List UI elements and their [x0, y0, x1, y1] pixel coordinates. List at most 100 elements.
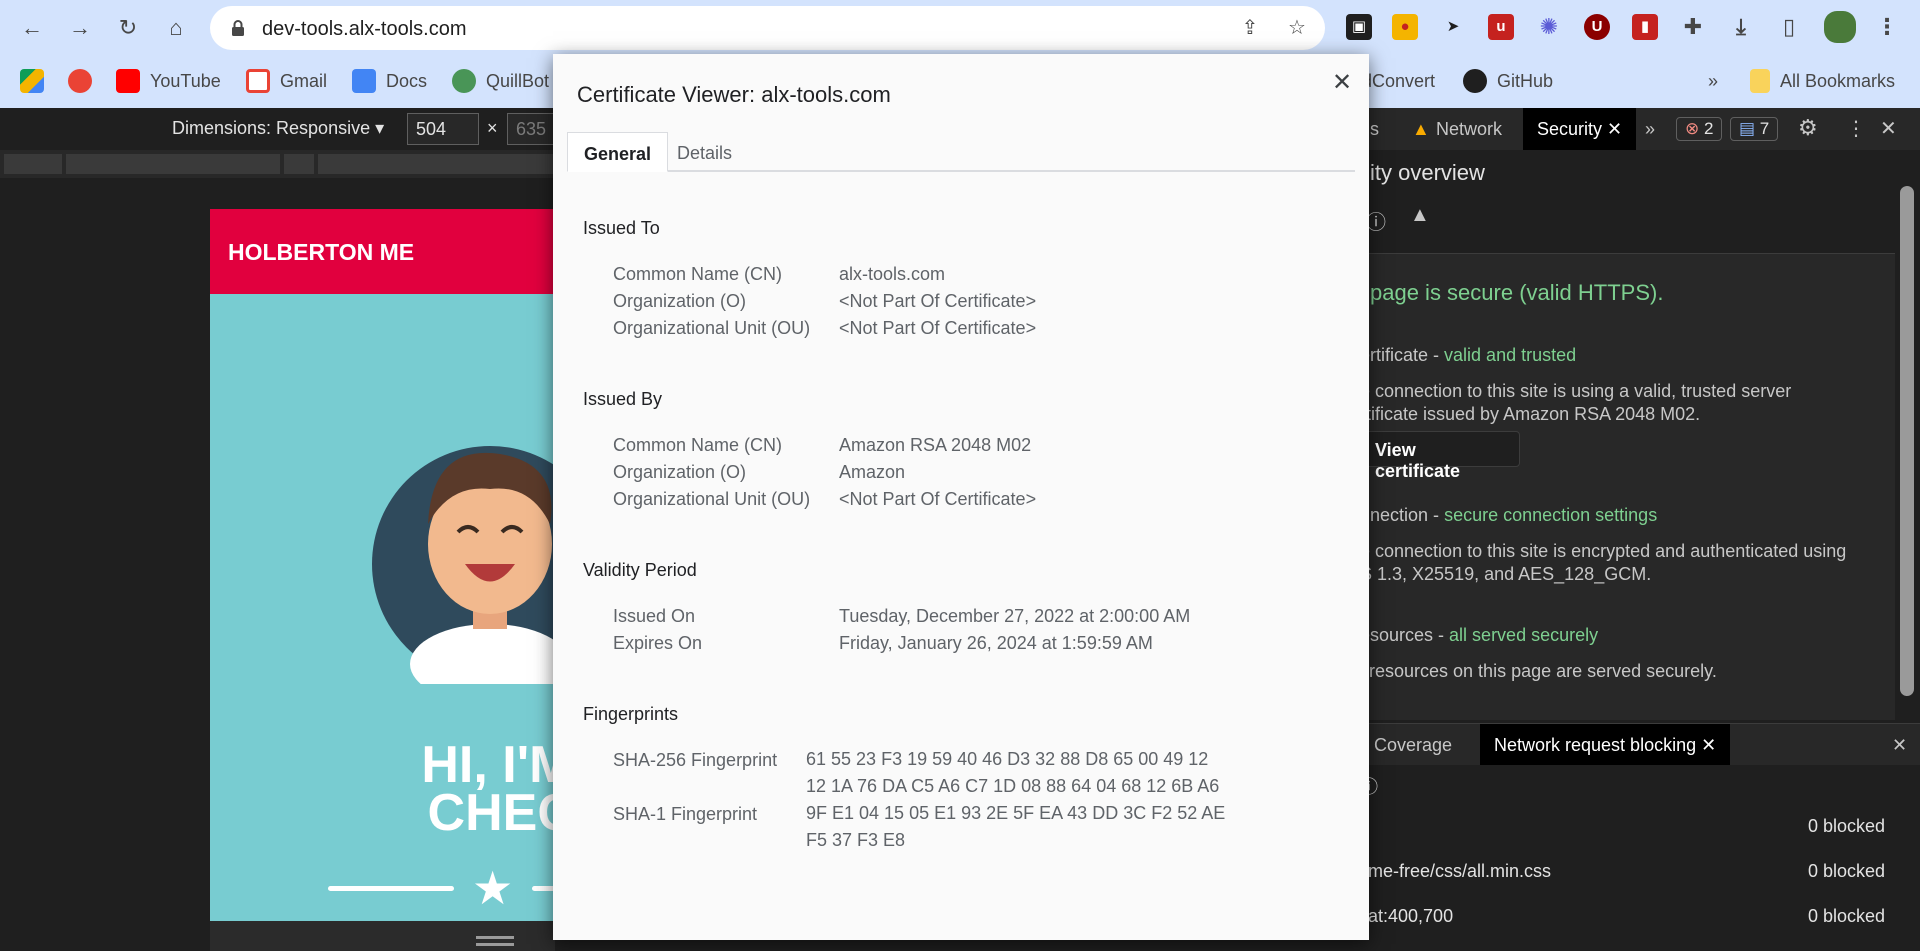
security-overview-title: ity overview [1370, 160, 1485, 185]
warning-filter-icon[interactable]: ▲ [1410, 204, 1430, 227]
download-icon[interactable]: ⤓ [1728, 14, 1754, 40]
field-value: Tuesday, December 27, 2022 at 2:00:00 AM [839, 606, 1191, 626]
list-item[interactable]: me-free/css/all.min.css 0 blocked [1360, 855, 1895, 889]
extension-color-icon[interactable]: ● [1392, 14, 1418, 40]
bookmark-youtube[interactable]: YouTube [116, 68, 221, 94]
certificate-desc: e connection to this site is using a val… [1360, 381, 1792, 401]
field-label: SHA-1 Fingerprint [613, 804, 758, 824]
more-tabs-icon[interactable]: » [1645, 119, 1655, 140]
side-panel-icon[interactable]: ▯ [1776, 14, 1802, 40]
field-value: Friday, January 26, 2024 at 1:59:59 AM [839, 633, 1153, 653]
drive-bookmark[interactable] [20, 68, 44, 94]
reader-extension-icon[interactable]: ▮ [1632, 14, 1658, 40]
issued-to-title: Issued To [583, 218, 660, 238]
ruler-segment[interactable] [284, 154, 314, 174]
messages-badge[interactable]: ▤ 7 [1730, 117, 1779, 141]
field-value: <Not Part Of Certificate> [839, 291, 1037, 311]
errors-badge[interactable]: ⊗ 2 [1676, 117, 1723, 141]
tab-details[interactable]: Details [661, 132, 748, 172]
site-brand[interactable]: HOLBERTON ME [228, 239, 414, 266]
picture-in-picture-icon[interactable]: ▣ [1346, 14, 1372, 40]
fingerprints-title: Fingerprints [583, 704, 679, 724]
avatar[interactable] [1824, 11, 1856, 43]
cursor-extension-icon[interactable]: ➤ [1440, 14, 1466, 40]
sha1-value: 9F E1 04 15 05 E1 93 2E 5F EA 43 DD 3C F… [806, 803, 1226, 850]
bookmark-quillbot[interactable]: QuillBot [452, 68, 549, 94]
back-icon[interactable]: ← [16, 12, 48, 44]
gmail-icon [246, 69, 270, 93]
tab-previous[interactable]: s [1370, 119, 1379, 140]
more-options-icon[interactable]: ⋮ [1846, 116, 1866, 141]
list-item[interactable]: 0 blocked [1360, 810, 1895, 844]
menu-icon[interactable]: ⋮ [1874, 14, 1900, 40]
ruler-segment[interactable] [4, 154, 62, 174]
width-input[interactable]: 504 [407, 113, 479, 145]
bookmark-github[interactable]: GitHub [1463, 68, 1553, 94]
puzzle-icon[interactable]: ✚ [1680, 14, 1706, 40]
close-devtools-icon[interactable]: ✕ [1880, 116, 1897, 141]
gear-extension-icon[interactable]: ✺ [1536, 14, 1562, 40]
warning-icon: ▲ [1412, 119, 1430, 139]
share-icon[interactable]: ⇪ [1238, 16, 1262, 40]
close-icon[interactable]: ✕ [1701, 735, 1716, 755]
field-label: Organizational Unit (OU) [613, 318, 811, 338]
field-label: Organization (O) [613, 462, 747, 482]
tab-coverage[interactable]: Coverage [1374, 735, 1452, 756]
message-icon: ▤ [1739, 119, 1756, 138]
folder-icon [1750, 69, 1770, 93]
u-extension-icon[interactable]: U [1584, 14, 1610, 40]
bookmark-gmail[interactable]: Gmail [246, 68, 327, 94]
issued-by-title: Issued By [583, 389, 663, 409]
url-text[interactable]: dev-tools.alx-tools.com [262, 18, 467, 41]
lock-icon[interactable] [228, 18, 248, 38]
hero-divider-left [328, 886, 454, 891]
tab-network-request-blocking[interactable]: Network request blocking ✕ [1480, 724, 1731, 766]
tab-security[interactable]: Security ✕ [1523, 108, 1637, 150]
dimensions-select[interactable]: Dimensions: Responsive ▾ [172, 118, 384, 139]
info-icon[interactable]: ⓘ [1366, 206, 1386, 235]
reload-icon[interactable]: ↻ [112, 12, 144, 44]
all-bookmarks[interactable]: All Bookmarks [1750, 68, 1895, 94]
chrome-icon [68, 69, 92, 93]
close-drawer-icon[interactable]: ✕ [1892, 735, 1907, 756]
close-icon[interactable]: ✕ [1607, 119, 1622, 139]
connection-row: nnection - secure connection settings [1360, 505, 1658, 525]
height-input[interactable]: 635 [507, 113, 557, 145]
forward-icon[interactable]: → [64, 12, 96, 44]
settings-gear-icon[interactable]: ⚙ [1798, 115, 1818, 141]
address-bar[interactable]: dev-tools.alx-tools.com ⇪ ☆ [210, 6, 1325, 50]
view-certificate-button[interactable]: View certificate [1360, 431, 1520, 481]
security-scrollbar[interactable] [1895, 150, 1920, 720]
list-item[interactable]: at:400,700 0 blocked [1360, 900, 1895, 934]
site-header: HOLBERTON ME [210, 209, 570, 294]
certificate-row: ertificate - valid and trusted [1360, 345, 1577, 365]
bookmark-docs[interactable]: Docs [352, 68, 427, 94]
bookmark-colorful[interactable] [68, 68, 92, 94]
field-value: <Not Part Of Certificate> [839, 489, 1037, 509]
resources-row: esources - all served securely [1360, 625, 1599, 645]
field-label: Common Name (CN) [613, 264, 783, 284]
home-icon[interactable]: ⌂ [160, 12, 192, 44]
more-bookmarks[interactable]: » [1708, 68, 1718, 94]
close-icon[interactable]: ✕ [1327, 68, 1357, 98]
emulated-viewport: HOLBERTON ME HI, I'M T CHECK ★ [210, 209, 570, 921]
field-label: Organization (O) [613, 291, 747, 311]
tab-network[interactable]: Network [1436, 119, 1502, 140]
resize-handle-icon[interactable] [476, 936, 514, 946]
star-icon: ★ [472, 862, 514, 914]
sha256-value: 61 55 23 F3 19 59 40 46 D3 32 88 D8 65 0… [806, 749, 1220, 796]
times-symbol: × [487, 118, 498, 138]
ruler-segment[interactable] [66, 154, 280, 174]
bookmark-star-icon[interactable]: ☆ [1285, 16, 1309, 40]
field-label: Expires On [613, 633, 703, 653]
secure-heading: page is secure (valid HTTPS). [1370, 280, 1664, 305]
media-query-bar[interactable] [0, 150, 560, 178]
scrollbar-thumb[interactable] [1900, 186, 1914, 696]
tab-general[interactable]: General [567, 132, 669, 172]
field-label: Organizational Unit (OU) [613, 489, 811, 509]
bookmark-convert[interactable]: dConvert [1362, 68, 1435, 94]
connection-desc: S 1.3, X25519, and AES_128_GCM. [1360, 564, 1652, 584]
ruler-segment[interactable] [318, 154, 560, 174]
ublock-icon[interactable]: u [1488, 14, 1514, 40]
field-value: <Not Part Of Certificate> [839, 318, 1037, 338]
